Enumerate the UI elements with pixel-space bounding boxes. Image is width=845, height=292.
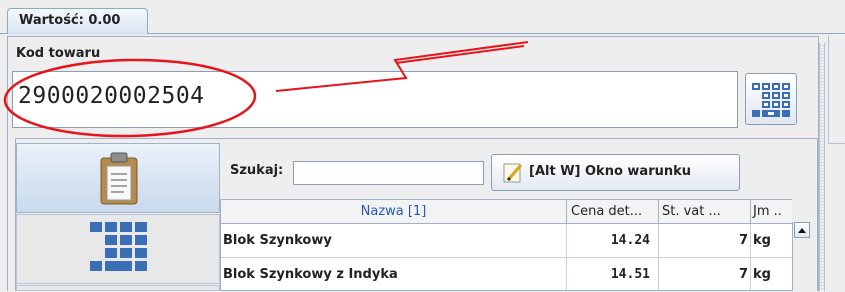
tab-value[interactable]: Wartość: 0.00 — [7, 8, 148, 34]
left-tab-more[interactable] — [16, 285, 220, 291]
product-code-value: 2900020002504 — [18, 83, 205, 109]
table-row[interactable]: Blok Szynkowy 14.24 7 kg — [221, 224, 792, 258]
column-header-unit[interactable]: Jm .. — [751, 200, 792, 224]
tab-fill — [8, 33, 147, 35]
calculator-keypad-icon — [752, 83, 790, 117]
products-table: Nazwa [1] Cena det... St. vat ... Jm .. … — [220, 199, 792, 291]
calculator-button[interactable] — [745, 73, 797, 125]
cell-price: 14.24 — [567, 224, 659, 258]
side-panel-lower — [828, 143, 845, 292]
scroll-up-arrow-icon — [798, 228, 806, 233]
column-header-vat[interactable]: St. vat ... — [659, 200, 751, 224]
condition-window-button[interactable]: [Alt W] Okno warunku — [491, 154, 740, 191]
clipboard-icon — [100, 152, 138, 205]
table-row[interactable]: Blok Szynkowy z Indyka 14.51 7 kg — [221, 258, 792, 290]
cell-unit: kg — [751, 258, 792, 290]
scroll-up-button[interactable] — [794, 222, 810, 238]
pencil-note-icon — [503, 163, 523, 183]
search-label: Szukaj: — [230, 163, 284, 178]
cell-name: Blok Szynkowy — [221, 224, 567, 258]
column-header-price[interactable]: Cena det... — [567, 200, 659, 224]
cell-name: Blok Szynkowy z Indyka — [221, 258, 567, 290]
splitter-handle[interactable] — [819, 43, 825, 291]
cell-price: 14.51 — [567, 258, 659, 290]
numeric-keypad-icon — [90, 222, 147, 271]
cell-vat: 7 — [659, 258, 751, 290]
code-label: Kod towaru — [16, 46, 101, 61]
product-code-field[interactable]: 2900020002504 — [12, 71, 738, 128]
condition-window-label: [Alt W] Okno warunku — [529, 164, 692, 179]
cell-vat: 7 — [659, 224, 751, 258]
search-input[interactable] — [293, 161, 484, 185]
cell-unit: kg — [751, 224, 792, 258]
column-header-name[interactable]: Nazwa [1] — [221, 200, 567, 224]
tab-value-label: Wartość: 0.00 — [19, 13, 121, 28]
